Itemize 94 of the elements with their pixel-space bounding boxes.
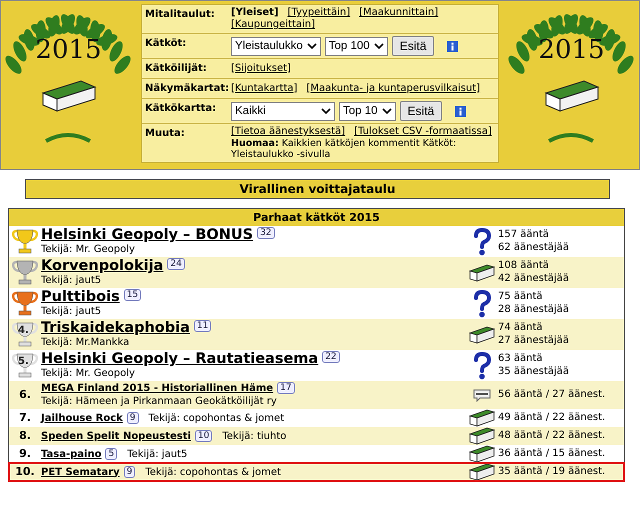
author-text: Tekijä: jaut5 bbox=[41, 275, 102, 286]
comment-count: 11 bbox=[194, 320, 212, 332]
rank-number: 4. bbox=[18, 326, 29, 336]
vote-count: 49 ääntä / 22 äänest. bbox=[498, 412, 606, 424]
comment-count: 10 bbox=[194, 430, 212, 442]
caret-icon bbox=[321, 108, 331, 114]
cache-name-link[interactable]: Triskaidekaphobia bbox=[41, 320, 190, 336]
author-text: Tekijä: copohontas & jomet bbox=[145, 466, 281, 478]
dropdown-select[interactable]: Top 100 bbox=[324, 36, 388, 56]
nav-link[interactable]: [Tietoa äänestyksestä] bbox=[231, 126, 346, 138]
rank-number: 9. bbox=[19, 446, 31, 462]
rank-number: 5. bbox=[18, 356, 29, 366]
cache-name-link[interactable]: MEGA Finland 2015 - Historiallinen Häme bbox=[41, 383, 274, 394]
rank-number: 8. bbox=[19, 428, 31, 444]
cache-box-icon bbox=[469, 326, 495, 344]
comment-count: 15 bbox=[124, 289, 142, 302]
nav-link[interactable]: [Maakunta- ja kuntaperusvilkaisut] bbox=[306, 82, 480, 94]
cache-box-icon bbox=[469, 409, 495, 427]
cache-box-icon bbox=[469, 463, 495, 481]
nav-link[interactable]: [Tulokset CSV -formaatissa] bbox=[354, 126, 492, 138]
cache-name-link[interactable]: Helsinki Geopoly – BONUS bbox=[41, 227, 254, 244]
caret-icon bbox=[382, 108, 392, 114]
rank-number: 7. bbox=[19, 410, 31, 426]
comment-count: 24 bbox=[167, 258, 185, 270]
author-text: Tekijä: tiuhto bbox=[222, 430, 286, 442]
question-mark-icon bbox=[473, 352, 491, 380]
comment-count: 22 bbox=[322, 351, 340, 364]
show-button[interactable]: Esitä bbox=[392, 36, 434, 56]
cache-name-link[interactable]: Jailhouse Rock bbox=[41, 412, 123, 424]
caret-icon bbox=[306, 42, 317, 50]
author-text: Tekijä: Hämeen ja Pirkanmaan Geokätköilijät ry bbox=[41, 395, 277, 408]
show-button[interactable]: Esitä bbox=[400, 101, 442, 121]
question-mark-icon bbox=[473, 290, 491, 318]
author-text: Tekijä: jaut5 bbox=[127, 448, 188, 460]
comment-count: 17 bbox=[277, 382, 295, 394]
nav-link[interactable]: [Sijoitukset] bbox=[231, 62, 291, 74]
year-label: 2015 bbox=[35, 35, 102, 65]
rank-number: 10. bbox=[15, 464, 35, 480]
vote-count: 75 ääntä bbox=[498, 291, 544, 304]
dropdown-select[interactable]: Yleistaulukko bbox=[231, 36, 321, 56]
note-text: Huomaa: Kaikkien kätköjen kommentit Kätköt: Yleistaulukko -sivulla bbox=[231, 138, 458, 160]
dropdown-select[interactable]: Top 10 bbox=[339, 102, 396, 120]
nav-link[interactable]: [Maakunnittain] bbox=[359, 7, 438, 19]
cache-name-link[interactable]: Speden Spelit Nopeustesti bbox=[41, 430, 191, 442]
cache-name-link[interactable]: PET Sematary bbox=[41, 466, 120, 478]
comment-count: 32 bbox=[257, 227, 275, 240]
nav-link[interactable]: [Yleiset] bbox=[231, 7, 279, 19]
nav-link[interactable]: [Tyypeittäin] bbox=[288, 7, 350, 19]
vote-count: 74 ääntä bbox=[498, 322, 544, 334]
vote-count: 35 ääntä / 19 äänest. bbox=[498, 466, 606, 478]
nav-label: Kätköilijät: bbox=[145, 62, 208, 76]
cache-box-icon bbox=[469, 264, 495, 282]
author-text: Tekijä: copohontas & jomet bbox=[148, 412, 284, 424]
cache-name-link[interactable]: Tasa-paino bbox=[41, 448, 102, 460]
author-text: Tekijä: Mr. Geopoly bbox=[41, 368, 135, 380]
vote-count: 63 ääntä bbox=[498, 353, 544, 366]
dropdown-select[interactable]: Kaikki bbox=[231, 102, 335, 120]
author-text: Tekijä: jaut5 bbox=[41, 306, 102, 318]
vote-count: 62 äänestäjää bbox=[498, 242, 570, 254]
rank-number: 6. bbox=[19, 386, 31, 403]
vote-count: 35 äänestäjää bbox=[498, 366, 570, 378]
author-text: Tekijä: Mr. Geopoly bbox=[41, 244, 135, 256]
vote-count: 157 ääntä bbox=[498, 229, 550, 242]
vote-count: 27 äänestäjää bbox=[498, 334, 570, 347]
vote-count: 36 ääntä / 15 äänest. bbox=[498, 448, 606, 460]
comment-count: 9 bbox=[126, 412, 139, 424]
vote-count: 56 ääntä / 27 äänest. bbox=[498, 388, 606, 402]
cache-name-link[interactable]: Helsinki Geopoly – Rautatieasema bbox=[41, 351, 318, 368]
nav-link[interactable]: [Kaupungeittain] bbox=[231, 19, 316, 31]
comment-count: 5 bbox=[105, 448, 118, 460]
nav-label: Muuta: bbox=[145, 127, 186, 141]
table-heading: Parhaat kätköt 2015 bbox=[9, 209, 624, 226]
nav-label: Kätköt: bbox=[145, 37, 188, 51]
speech-bubble-icon bbox=[473, 388, 491, 402]
caret-icon bbox=[374, 42, 384, 50]
cache-name-link[interactable]: Korvenpolokija bbox=[41, 258, 164, 274]
section-title: Virallinen voittajataulu bbox=[25, 179, 610, 199]
cache-name-link[interactable]: Pulttibois bbox=[41, 289, 120, 306]
vote-count: 42 äänestäjää bbox=[498, 272, 570, 285]
info-icon[interactable] bbox=[455, 106, 466, 116]
vote-count: 48 ääntä / 22 äänest. bbox=[498, 430, 606, 442]
vote-count: 108 ääntä bbox=[498, 260, 550, 272]
nav-label: Kätkökartta: bbox=[145, 102, 218, 116]
nav-label: Mitalitaulut: bbox=[145, 8, 216, 22]
comment-count: 9 bbox=[124, 466, 136, 478]
nav-label: Näkymäkartat: bbox=[145, 82, 230, 96]
author-text: Tekijä: Mr.Mankka bbox=[41, 337, 130, 348]
question-mark-icon bbox=[473, 228, 491, 256]
info-icon[interactable] bbox=[447, 40, 458, 52]
year-label: 2015 bbox=[538, 35, 605, 65]
vote-count: 28 äänestäjää bbox=[498, 304, 570, 316]
cache-box-icon bbox=[469, 445, 495, 463]
cache-box-icon bbox=[469, 427, 495, 445]
nav-link[interactable]: [Kuntakartta] bbox=[231, 82, 298, 94]
